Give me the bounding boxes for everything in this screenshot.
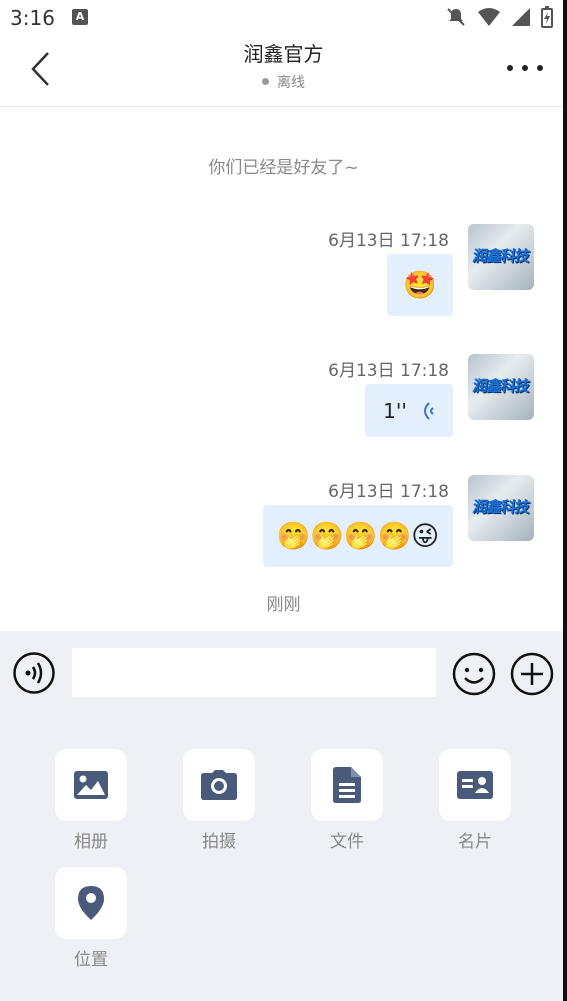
online-status-label: 离线 <box>277 75 305 91</box>
avatar-logo: 润鑫科技 <box>471 247 531 265</box>
online-status: 离线 <box>0 72 567 92</box>
message-input[interactable] <box>72 648 436 697</box>
message-bubble[interactable]: 🤭🤭🤭🤭😜 <box>263 505 453 567</box>
input-bar <box>0 631 567 717</box>
tool-album[interactable]: 相册 <box>55 749 127 852</box>
emoji-button[interactable] <box>452 652 496 696</box>
tool-contact-card-box[interactable] <box>439 749 511 821</box>
tool-file[interactable]: 文件 <box>311 749 383 852</box>
smiley-icon <box>452 652 496 696</box>
chat-area[interactable]: 你们已经是好友了~ 6月13日 17:18 🤩 润鑫科技 6月13日 17:18… <box>0 107 567 631</box>
timestamp-divider: 刚刚 <box>266 595 301 615</box>
avatar[interactable]: 润鑫科技 <box>468 224 534 290</box>
avatar[interactable]: 润鑫科技 <box>468 475 534 541</box>
tool-album-box[interactable] <box>55 749 127 821</box>
tool-label: 拍摄 <box>202 832 236 852</box>
message-time: 6月13日 17:18 <box>328 482 449 502</box>
image-icon <box>74 771 108 799</box>
voice-input-button[interactable] <box>13 652 55 694</box>
status-bar: 3:16 A <box>0 0 567 36</box>
system-message: 你们已经是好友了~ <box>208 158 359 178</box>
file-icon <box>333 767 361 803</box>
tool-file-box[interactable] <box>311 749 383 821</box>
status-time: 3:16 <box>10 6 55 30</box>
avatar-logo: 润鑫科技 <box>471 377 531 395</box>
tool-label: 名片 <box>458 832 492 852</box>
status-icons <box>445 6 553 28</box>
voice-duration: 1'' <box>383 398 407 423</box>
location-pin-icon <box>78 886 104 920</box>
screen-edge <box>563 0 567 1001</box>
voice-icon <box>13 652 55 694</box>
bell-off-icon <box>447 8 465 26</box>
camera-icon <box>201 770 237 800</box>
more-dot-icon <box>522 65 528 71</box>
chat-header: 润鑫官方 离线 <box>0 36 567 107</box>
tool-location-box[interactable] <box>55 867 127 939</box>
status-dot <box>262 77 269 85</box>
wifi-icon <box>478 8 500 26</box>
plus-icon <box>510 652 554 696</box>
tool-location[interactable]: 位置 <box>55 867 127 970</box>
voice-message-bubble[interactable]: 1'' <box>365 384 453 437</box>
message-emoji: 🤭🤭🤭🤭😜 <box>276 520 440 552</box>
tool-camera[interactable]: 拍摄 <box>183 749 255 852</box>
battery-icon <box>541 6 553 28</box>
avatar-logo: 润鑫科技 <box>471 498 531 516</box>
more-dot-icon <box>507 65 513 71</box>
notification-a-icon: A <box>72 9 88 25</box>
more-options-button[interactable] <box>507 60 543 76</box>
page-title: 润鑫官方 <box>243 42 324 66</box>
message-time: 6月13日 17:18 <box>328 361 449 381</box>
more-actions-button[interactable] <box>510 652 554 696</box>
tool-label: 位置 <box>74 950 108 970</box>
action-panel: 相册 拍摄 文件 名片 位置 <box>0 717 567 1001</box>
voice-wave-icon <box>423 401 434 420</box>
contact-card-icon <box>457 771 493 799</box>
tool-contact-card[interactable]: 名片 <box>439 749 511 852</box>
signal-icon <box>512 8 530 26</box>
avatar[interactable]: 润鑫科技 <box>468 354 534 420</box>
message-time: 6月13日 17:18 <box>328 231 449 251</box>
message-bubble[interactable]: 🤩 <box>387 254 453 316</box>
tool-label: 文件 <box>330 832 364 852</box>
message-emoji: 🤩 <box>403 269 437 301</box>
tool-label: 相册 <box>74 832 108 852</box>
tool-camera-box[interactable] <box>183 749 255 821</box>
more-dot-icon <box>537 65 543 71</box>
